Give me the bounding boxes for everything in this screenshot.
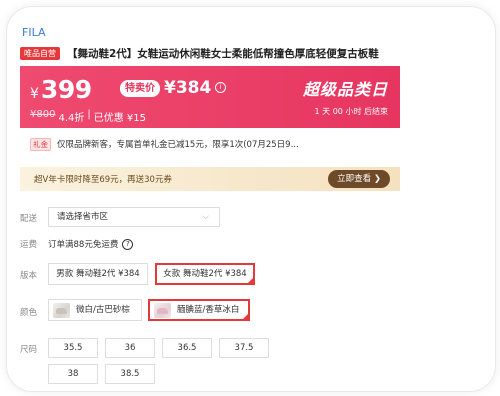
version-option-men[interactable]: 男款 舞动鞋2代 ¥384 <box>48 263 148 285</box>
gift-tag: 礼金 <box>30 137 51 151</box>
version-label: 版本 <box>20 271 38 281</box>
vip-banner: 超V年卡限时降至69元，再送30元券 立即查看 ❯ <box>20 167 400 191</box>
shoe-thumbnail <box>154 302 171 318</box>
info-icon[interactable]: i <box>215 82 226 93</box>
current-price: 399 <box>40 75 92 104</box>
region-placeholder: 请选择省市区 <box>57 212 109 222</box>
size-label: 尺码 <box>20 345 38 355</box>
freight-info: 订单满88元免运费 ? <box>48 238 134 250</box>
self-operated-badge: 唯品自营 <box>20 46 60 60</box>
product-card <box>6 6 496 392</box>
size-option[interactable]: 36 <box>105 338 155 358</box>
help-icon[interactable]: ? <box>122 238 134 250</box>
promo-title: 超级品类日 <box>302 80 388 99</box>
saved-amount: 已优惠 ¥15 <box>93 113 146 124</box>
region-select[interactable]: 请选择省市区 ⌵ <box>48 207 220 227</box>
size-option[interactable]: 38 <box>48 364 98 384</box>
shipping-label: 配送 <box>20 214 38 224</box>
special-price-tag: 特卖价 <box>120 79 160 97</box>
price-sub: ¥800 4.4折 | 已优惠 ¥15 <box>30 109 146 124</box>
freight-text: 订单满88元免运费 <box>48 240 119 250</box>
color-option-label: 腼腆蓝/香草冰白 <box>177 305 240 315</box>
freight-label: 运费 <box>20 240 38 250</box>
currency-symbol: ¥ <box>30 86 39 102</box>
price-main: ¥ 399 <box>30 75 92 104</box>
color-label: 颜色 <box>20 308 38 318</box>
size-option[interactable]: 35.5 <box>48 338 98 358</box>
title-row: 唯品自营 【舞动鞋2代】女鞋运动休闲鞋女士柔能低帮撞色厚底轻便复古板鞋 <box>20 44 480 62</box>
shoe-thumbnail <box>53 302 70 318</box>
version-option-women[interactable]: 女款 舞动鞋2代 ¥384 <box>155 263 255 285</box>
special-price-group: 特卖价 ¥384 <box>120 78 211 98</box>
color-option-white[interactable]: 微白/古巴砂棕 <box>48 299 142 321</box>
coupon-text: 仅限品牌新客，专属首单礼金已减15元，限享1次(07月25日9... <box>57 140 299 150</box>
original-price: ¥800 <box>30 109 56 120</box>
separator: | <box>87 109 91 120</box>
product-title: 【舞动鞋2代】女鞋运动休闲鞋女士柔能低帮撞色厚底轻便复古板鞋 <box>67 47 379 60</box>
color-option-label: 微白/古巴砂棕 <box>76 305 130 315</box>
color-option-blue[interactable]: 腼腆蓝/香草冰白 <box>148 299 250 321</box>
vip-text: 超V年卡限时降至69元，再送30元券 <box>34 175 172 185</box>
special-price: ¥384 <box>164 78 212 98</box>
countdown: 1 天 00 小时 后结束 <box>314 107 388 116</box>
brand-link[interactable]: FILA <box>22 26 45 39</box>
size-option[interactable]: 36.5 <box>162 338 212 358</box>
vip-view-button[interactable]: 立即查看 ❯ <box>328 170 390 188</box>
coupon-row[interactable]: 礼金 仅限品牌新客，专属首单礼金已减15元，限享1次(07月25日9... <box>30 136 390 152</box>
size-option[interactable]: 37.5 <box>219 338 269 358</box>
chevron-down-icon: ⌵ <box>202 212 209 222</box>
size-option[interactable]: 38.5 <box>105 364 155 384</box>
price-panel: ¥ 399 特卖价 ¥384 i ¥800 4.4折 | 已优惠 ¥15 超级品… <box>20 66 400 128</box>
discount-rate: 4.4折 <box>58 113 85 124</box>
